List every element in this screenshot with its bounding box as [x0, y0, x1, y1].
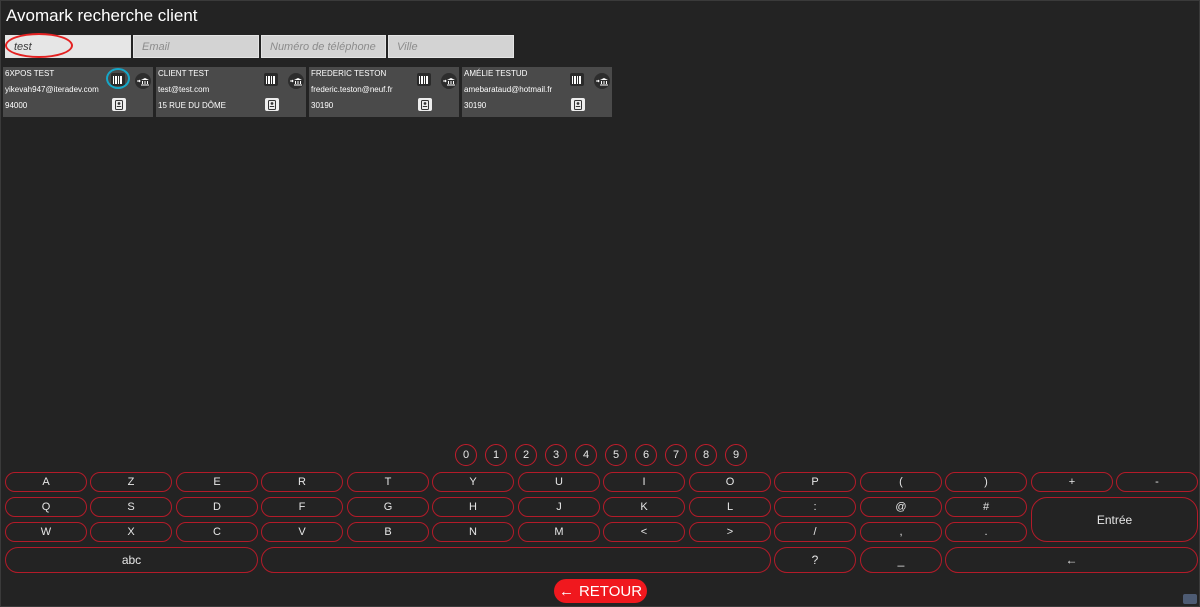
key-minus[interactable]: - — [1116, 472, 1198, 492]
key-u[interactable]: U — [518, 472, 600, 492]
key-r[interactable]: R — [261, 472, 343, 492]
client-name: AMÉLIE TESTUD — [464, 69, 528, 78]
enter-key[interactable]: Entrée — [1031, 497, 1198, 542]
key-x[interactable]: X — [90, 522, 172, 542]
client-address: 15 RUE DU DÔME — [158, 101, 227, 110]
client-name: 6XPOS TEST — [5, 69, 55, 78]
key-b[interactable]: B — [347, 522, 429, 542]
client-card[interactable]: CLIENT TEST test@test.com 15 RUE DU DÔME — [156, 67, 306, 117]
key-p[interactable]: P — [774, 472, 856, 492]
key-7[interactable]: 7 — [665, 444, 687, 466]
key-o[interactable]: O — [689, 472, 771, 492]
key-0[interactable]: 0 — [455, 444, 477, 466]
key-t[interactable]: T — [347, 472, 429, 492]
key-question[interactable]: ? — [774, 547, 856, 573]
key-colon[interactable]: : — [774, 497, 856, 517]
key-e[interactable]: E — [176, 472, 258, 492]
key-8[interactable]: 8 — [695, 444, 717, 466]
key-m[interactable]: M — [518, 522, 600, 542]
bank-transfer-icon[interactable] — [135, 73, 151, 89]
backspace-key[interactable]: ← — [945, 547, 1198, 573]
bank-transfer-icon[interactable] — [288, 73, 304, 89]
key-h[interactable]: H — [432, 497, 514, 517]
corner-icon — [1183, 594, 1197, 604]
key-close-paren[interactable]: ) — [945, 472, 1027, 492]
key-f[interactable]: F — [261, 497, 343, 517]
key-5[interactable]: 5 — [605, 444, 627, 466]
key-l[interactable]: L — [689, 497, 771, 517]
key-d[interactable]: D — [176, 497, 258, 517]
barcode-card-icon[interactable] — [570, 73, 584, 86]
abc-key[interactable]: abc — [5, 547, 258, 573]
key-plus[interactable]: + — [1031, 472, 1113, 492]
key-less-than[interactable]: < — [603, 522, 685, 542]
key-w[interactable]: W — [5, 522, 87, 542]
id-card-icon[interactable] — [571, 98, 585, 111]
page-title: Avomark recherche client — [6, 6, 198, 25]
key-j[interactable]: J — [518, 497, 600, 517]
client-card[interactable]: AMÉLIE TESTUD amebarataud@hotmail.fr 301… — [462, 67, 612, 117]
client-email: frederic.teston@neuf.fr — [311, 85, 393, 94]
key-1[interactable]: 1 — [485, 444, 507, 466]
client-name: CLIENT TEST — [158, 69, 209, 78]
key-s[interactable]: S — [90, 497, 172, 517]
key-underscore[interactable]: _ — [860, 547, 942, 573]
client-postcode: 30190 — [464, 101, 487, 110]
id-card-icon[interactable] — [265, 98, 279, 111]
key-slash[interactable]: / — [774, 522, 856, 542]
key-g[interactable]: G — [347, 497, 429, 517]
client-postcode: 30190 — [311, 101, 334, 110]
key-k[interactable]: K — [603, 497, 685, 517]
client-email: amebarataud@hotmail.fr — [464, 85, 553, 94]
key-2[interactable]: 2 — [515, 444, 537, 466]
space-key[interactable] — [261, 547, 771, 573]
key-open-paren[interactable]: ( — [860, 472, 942, 492]
key-a[interactable]: A — [5, 472, 87, 492]
key-z[interactable]: Z — [90, 472, 172, 492]
id-card-icon[interactable] — [112, 98, 126, 111]
client-card[interactable]: 6XPOS TEST yikevah947@iteradev.com 94000 — [3, 67, 153, 117]
city-search-input[interactable] — [388, 35, 514, 58]
bank-transfer-icon[interactable] — [441, 73, 457, 89]
arrow-left-icon: ← — [558, 582, 574, 600]
barcode-card-icon[interactable] — [111, 73, 125, 86]
client-card[interactable]: FREDERIC TESTON frederic.teston@neuf.fr … — [309, 67, 459, 117]
bank-transfer-icon[interactable] — [594, 73, 610, 89]
key-greater-than[interactable]: > — [689, 522, 771, 542]
client-name: FREDERIC TESTON — [311, 69, 387, 78]
key-at[interactable]: @ — [860, 497, 942, 517]
key-v[interactable]: V — [261, 522, 343, 542]
phone-search-input[interactable] — [261, 35, 386, 58]
key-q[interactable]: Q — [5, 497, 87, 517]
key-comma[interactable]: , — [860, 522, 942, 542]
name-search-input[interactable] — [5, 35, 131, 58]
id-card-icon[interactable] — [418, 98, 432, 111]
back-button-label: RETOUR — [578, 582, 643, 600]
key-c[interactable]: C — [176, 522, 258, 542]
key-6[interactable]: 6 — [635, 444, 657, 466]
back-button[interactable]: ← RETOUR — [554, 579, 647, 603]
app-window: Avomark recherche client 6XPOS TEST yike… — [0, 0, 1200, 607]
key-hash[interactable]: # — [945, 497, 1027, 517]
key-3[interactable]: 3 — [545, 444, 567, 466]
key-9[interactable]: 9 — [725, 444, 747, 466]
barcode-card-icon[interactable] — [417, 73, 431, 86]
client-postcode: 94000 — [5, 101, 28, 110]
key-i[interactable]: I — [603, 472, 685, 492]
client-email: test@test.com — [158, 85, 210, 94]
email-search-input[interactable] — [133, 35, 259, 58]
key-n[interactable]: N — [432, 522, 514, 542]
key-4[interactable]: 4 — [575, 444, 597, 466]
barcode-card-icon[interactable] — [264, 73, 278, 86]
client-email: yikevah947@iteradev.com — [5, 85, 99, 94]
key-period[interactable]: . — [945, 522, 1027, 542]
key-y[interactable]: Y — [432, 472, 514, 492]
